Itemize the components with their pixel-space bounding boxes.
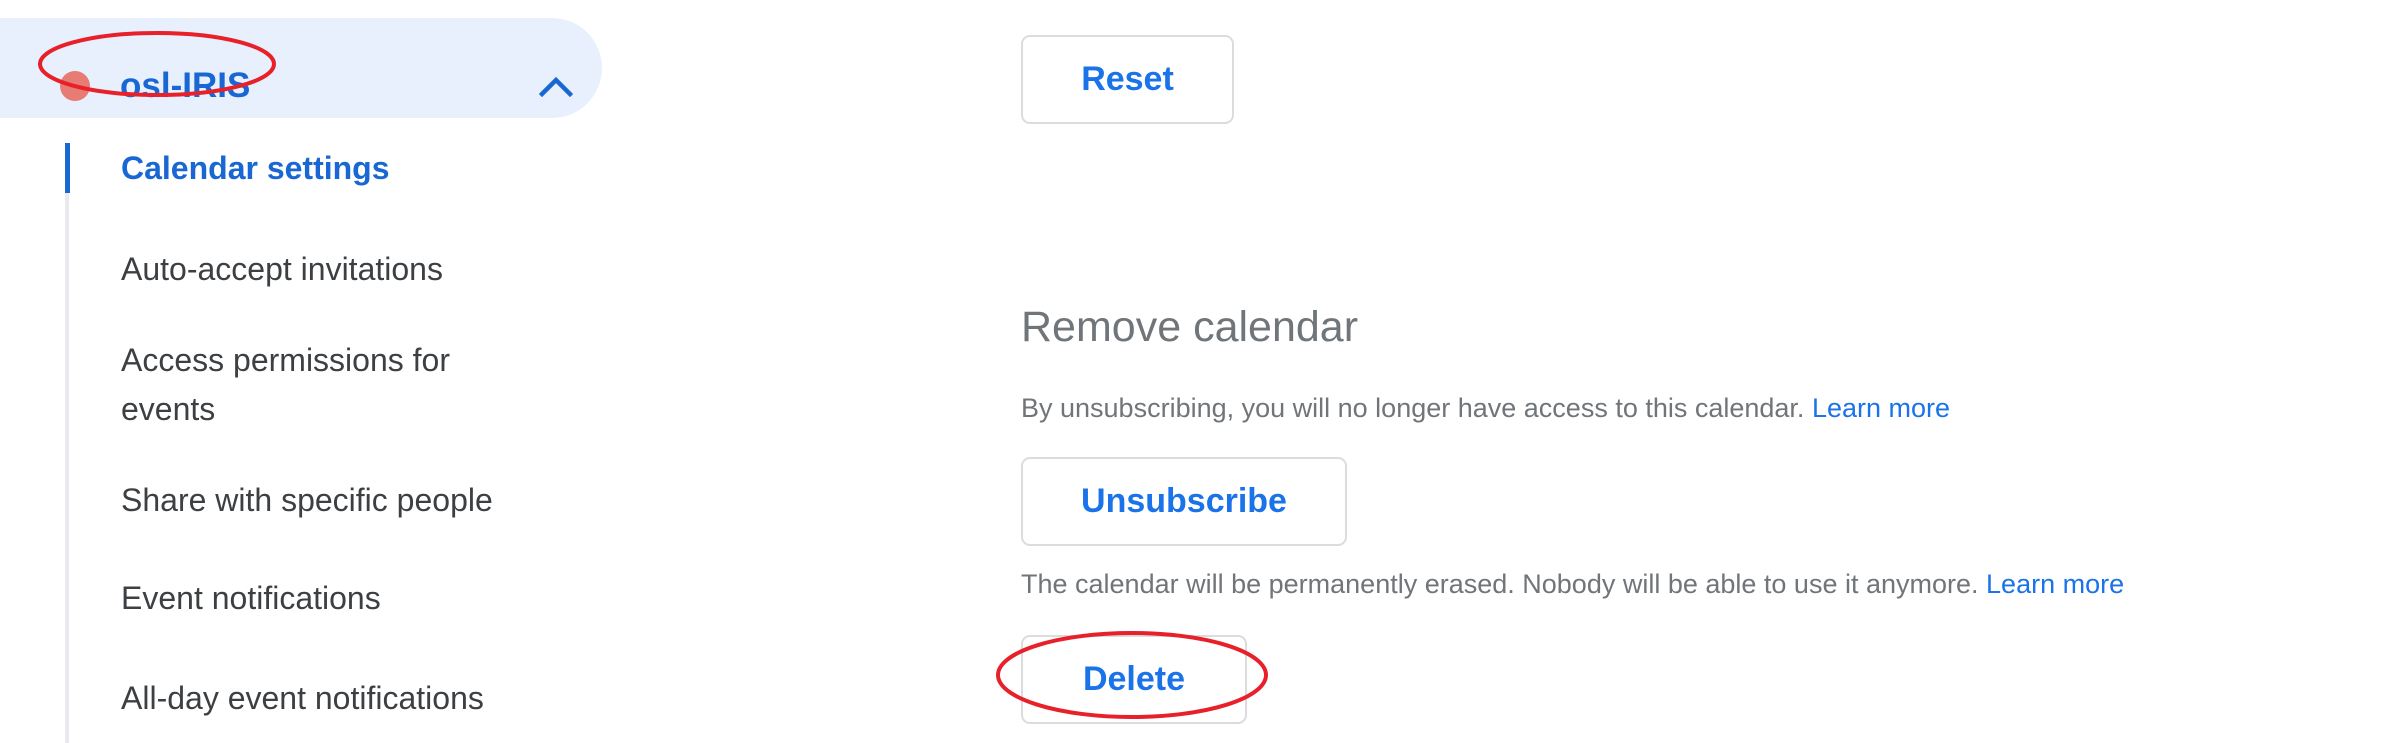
delete-button[interactable]: Delete: [1021, 635, 1247, 724]
delete-description-text: The calendar will be permanently erased.…: [1021, 569, 1979, 599]
sidebar-item-all-day-event-notifications[interactable]: All-day event notifications: [121, 674, 561, 723]
sidebar-item-share-with-specific-people[interactable]: Share with specific people: [121, 476, 561, 525]
calendar-header-osl-iris[interactable]: osl-IRIS: [0, 18, 602, 118]
delete-description: The calendar will be permanently erased.…: [1021, 566, 2124, 602]
chevron-up-icon[interactable]: [538, 72, 574, 100]
sidebar-item-auto-accept-invitations[interactable]: Auto-accept invitations: [121, 245, 561, 294]
unsubscribe-description: By unsubscribing, you will no longer hav…: [1021, 390, 1950, 426]
delete-learn-more-link[interactable]: Learn more: [1986, 569, 2124, 599]
sidebar-item-calendar-settings[interactable]: Calendar settings: [121, 144, 561, 193]
unsubscribe-learn-more-link[interactable]: Learn more: [1812, 393, 1950, 423]
nav-active-indicator: [65, 143, 70, 193]
calendar-color-dot: [60, 71, 90, 101]
unsubscribe-description-text: By unsubscribing, you will no longer hav…: [1021, 393, 1805, 423]
remove-calendar-heading: Remove calendar: [1021, 303, 1359, 351]
sidebar-item-event-notifications[interactable]: Event notifications: [121, 574, 561, 623]
sidebar-item-access-permissions[interactable]: Access permissions for events: [121, 336, 541, 434]
calendar-name: osl-IRIS: [120, 66, 251, 105]
nav-track-line: [65, 143, 69, 743]
reset-button[interactable]: Reset: [1021, 35, 1234, 124]
unsubscribe-button[interactable]: Unsubscribe: [1021, 457, 1347, 546]
